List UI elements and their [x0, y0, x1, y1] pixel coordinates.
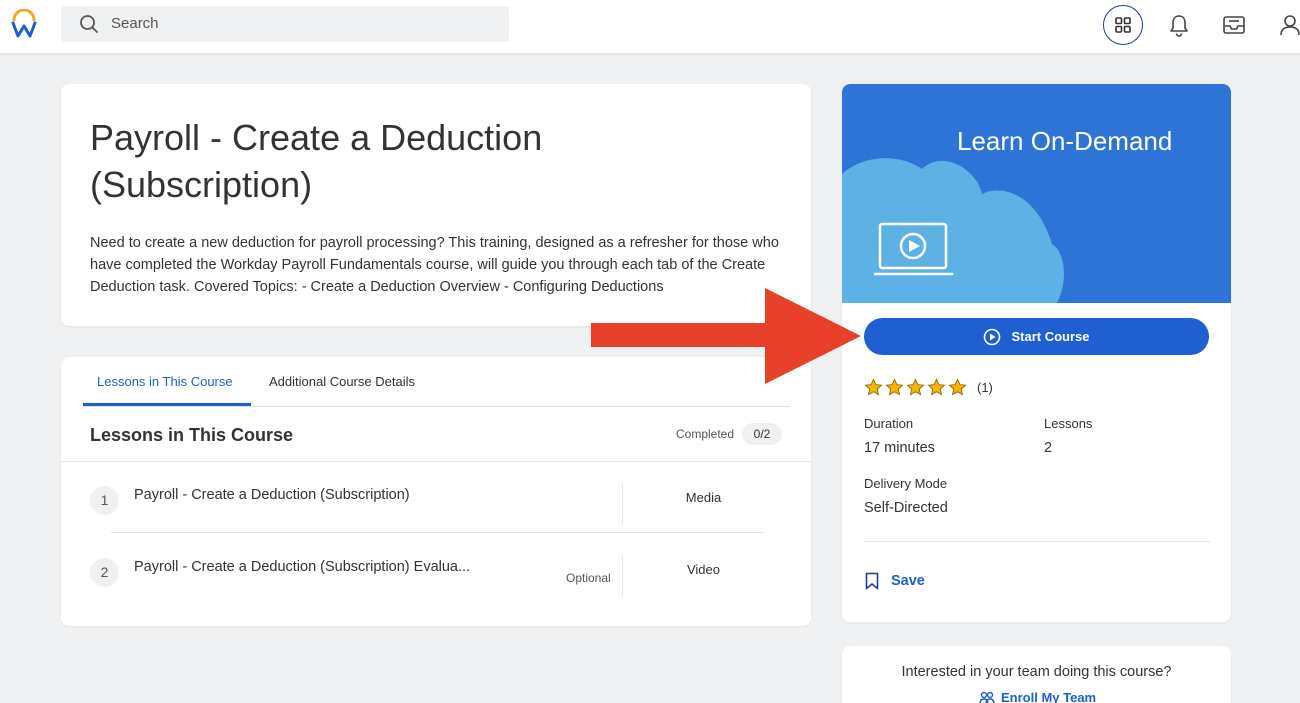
lesson-number: 2: [90, 558, 119, 587]
team-question: Interested in your team doing this cours…: [901, 664, 1172, 680]
completed-count-badge: 0/2: [742, 423, 782, 445]
inbox-icon: [1223, 16, 1245, 34]
course-title: Payroll - Create a Deduction (Subscripti…: [90, 117, 543, 205]
lesson-number: 1: [90, 486, 119, 515]
apps-button[interactable]: [1103, 5, 1143, 45]
notifications-button[interactable]: [1159, 5, 1199, 45]
divider: [864, 541, 1210, 542]
play-circle-icon: [984, 328, 1001, 345]
divider: [111, 532, 764, 533]
search-icon: [80, 15, 98, 33]
save-button[interactable]: Save: [864, 572, 925, 590]
inbox-button[interactable]: [1214, 5, 1254, 45]
enroll-my-team-link[interactable]: Enroll My Team: [979, 690, 1096, 703]
start-course-button[interactable]: Start Course: [864, 318, 1209, 355]
lesson-row[interactable]: 2 Payroll - Create a Deduction (Subscrip…: [61, 539, 811, 599]
enroll-my-team-label: Enroll My Team: [1001, 690, 1097, 703]
course-banner: Learn On-Demand: [842, 84, 1231, 303]
duration-label: Duration: [864, 416, 914, 431]
top-bar: Search: [0, 0, 1300, 54]
profile-button[interactable]: [1270, 5, 1300, 45]
search-box[interactable]: Search: [61, 6, 509, 42]
divider: [622, 483, 623, 525]
user-icon: [1280, 15, 1300, 36]
divider: [622, 555, 623, 597]
lesson-title[interactable]: Payroll - Create a Deduction (Subscripti…: [134, 559, 484, 575]
lessons-heading: Lessons in This Course: [90, 425, 294, 445]
star-icon: [948, 378, 967, 396]
lessons-count-value: 2: [1044, 440, 1053, 456]
lesson-optional-label: Optional: [566, 571, 611, 585]
divider: [61, 461, 811, 462]
delivery-mode-label: Delivery Mode: [864, 476, 948, 491]
apps-grid-icon: [1115, 17, 1131, 33]
completed-label: Completed: [676, 427, 735, 441]
star-icon: [885, 378, 904, 396]
start-course-label: Start Course: [1011, 329, 1090, 344]
rating-count[interactable]: (1): [977, 380, 993, 395]
duration-value: 17 minutes: [864, 440, 935, 456]
banner-title: Learn On-Demand: [957, 126, 1173, 156]
course-sidebar-card: Learn On-Demand Start Course (1) Duratio…: [842, 84, 1231, 622]
lesson-title[interactable]: Payroll - Create a Deduction (Subscripti…: [134, 487, 484, 503]
rating-stars: [864, 378, 969, 397]
search-input[interactable]: Search: [111, 15, 159, 32]
red-arrow-icon: [591, 288, 861, 384]
delivery-mode-value: Self-Directed: [864, 500, 948, 516]
tab-additional-course-details[interactable]: Additional Course Details: [269, 374, 415, 389]
star-icon: [927, 378, 946, 396]
team-icon: [979, 691, 995, 703]
star-icon: [906, 378, 925, 396]
lessons-card: Lessons in This Course Additional Course…: [61, 357, 811, 626]
tab-lessons-in-this-course[interactable]: Lessons in This Course: [97, 374, 233, 389]
lessons-count-label: Lessons: [1044, 416, 1093, 431]
bookmark-icon: [865, 572, 879, 590]
bell-icon: [1170, 15, 1188, 37]
lesson-type: Video: [686, 562, 720, 577]
lesson-row[interactable]: 1 Payroll - Create a Deduction (Subscrip…: [61, 467, 811, 527]
save-label: Save: [891, 573, 925, 589]
active-tab-indicator: [83, 403, 251, 406]
team-enroll-card: Interested in your team doing this cours…: [842, 646, 1231, 703]
lesson-type: Media: [685, 490, 722, 505]
star-icon: [864, 378, 883, 396]
workday-logo-icon[interactable]: [10, 9, 38, 39]
laptop-play-icon: [874, 222, 954, 276]
